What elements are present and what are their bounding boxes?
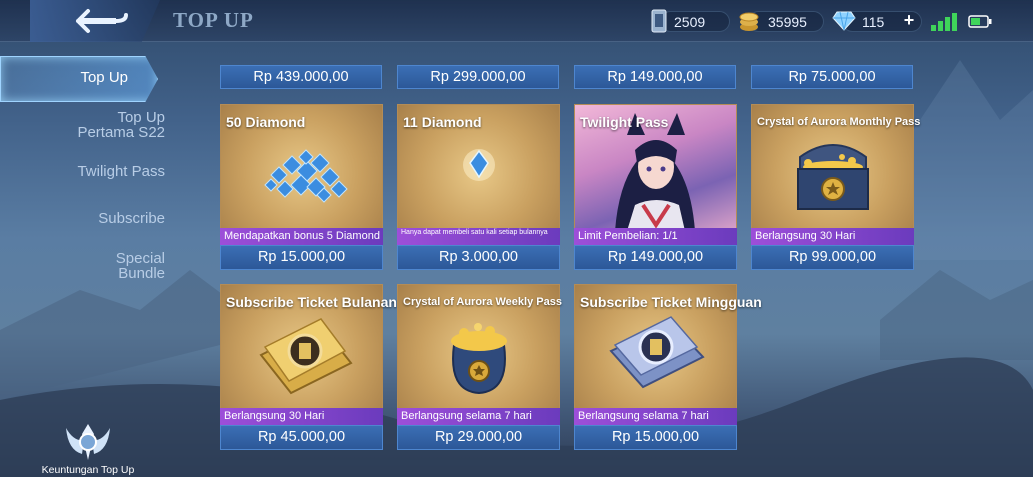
battery-icon bbox=[968, 15, 992, 28]
sidebar-item-top-up-label: Top Up bbox=[80, 69, 128, 86]
sidebar-item-subscribe[interactable]: Subscribe bbox=[37, 211, 165, 226]
product-name: Crystal of Aurora Monthly Pass bbox=[757, 116, 921, 128]
diamond-icon bbox=[832, 11, 856, 31]
sidebar-item-twilight-pass[interactable]: Twilight Pass bbox=[37, 164, 165, 179]
price-button[interactable]: Rp 75.000,00 bbox=[751, 65, 913, 89]
product-description: Limit Pembelian: 1/1 bbox=[574, 228, 737, 245]
product-image: Subscribe Ticket Bulanan bbox=[220, 284, 397, 410]
sidebar-item-top-up-pertama[interactable]: Top Up Pertama S22 bbox=[37, 110, 165, 140]
product-image: 50 Diamond bbox=[220, 104, 383, 230]
product-card-aurora-monthly-pass[interactable]: Crystal of Aurora Monthly Pass Berlangsu… bbox=[751, 104, 920, 270]
diamond-value: 115 bbox=[862, 14, 885, 30]
product-name: Twilight Pass bbox=[580, 114, 669, 130]
ticket-card-icon bbox=[651, 9, 667, 33]
product-card-subscribe-mingguan[interactable]: Subscribe Ticket Mingguan Berlangsung se… bbox=[574, 284, 762, 450]
signal-icon bbox=[931, 13, 957, 31]
add-diamond-button[interactable]: + bbox=[901, 11, 917, 29]
product-image: Crystal of Aurora Monthly Pass bbox=[751, 104, 920, 230]
product-card-aurora-weekly-pass[interactable]: Crystal of Aurora Weekly Pass Berlangsun… bbox=[397, 284, 562, 450]
battle-points-value: 35995 bbox=[768, 14, 807, 30]
price-button[interactable]: Rp 15.000,00 bbox=[574, 425, 737, 450]
price-button[interactable]: Rp 99.000,00 bbox=[751, 245, 914, 270]
product-name: Subscribe Ticket Bulanan bbox=[226, 294, 397, 310]
product-description: Mendapatkan bonus 5 Diamond bbox=[220, 228, 383, 245]
sidebar-item-special-bundle[interactable]: Special Bundle bbox=[37, 251, 165, 281]
price-button[interactable]: Rp 149.000,00 bbox=[574, 65, 736, 89]
product-description: Berlangsung selama 7 hari bbox=[574, 408, 737, 425]
price-button[interactable]: Rp 149.000,00 bbox=[574, 245, 737, 270]
back-button[interactable] bbox=[30, 0, 160, 42]
coin-stack-icon bbox=[739, 12, 759, 31]
price-button[interactable]: Rp 439.000,00 bbox=[220, 65, 382, 89]
product-image: Subscribe Ticket Mingguan bbox=[574, 284, 762, 410]
price-button[interactable]: Rp 45.000,00 bbox=[220, 425, 383, 450]
product-description: Berlangsung 30 Hari bbox=[751, 228, 914, 245]
product-image: Twilight Pass bbox=[574, 104, 737, 231]
product-description: Berlangsung 30 Hari bbox=[220, 408, 383, 425]
product-description: Hanya dapat membeli satu kali setiap bul… bbox=[397, 228, 560, 245]
product-card-50-diamond[interactable]: 50 Diamond Mendapatkan bonus 5 Diamond R… bbox=[220, 104, 383, 270]
ticket-value: 2509 bbox=[674, 14, 706, 30]
keuntungan-top-up-label: Keuntungan Top Up bbox=[41, 464, 135, 476]
product-name: 50 Diamond bbox=[226, 114, 306, 130]
price-button[interactable]: Rp 15.000,00 bbox=[220, 245, 383, 270]
product-card-11-diamond[interactable]: 11 Diamond Hanya dapat membeli satu kali… bbox=[397, 104, 560, 270]
product-name: Subscribe Ticket Mingguan bbox=[580, 294, 762, 310]
product-card-subscribe-bulanan[interactable]: Subscribe Ticket Bulanan Berlangsung 30 … bbox=[220, 284, 397, 450]
product-name: Crystal of Aurora Weekly Pass bbox=[403, 296, 562, 308]
emblem-icon bbox=[66, 424, 110, 460]
sidebar: Top Up Top Up Pertama S22 Twilight Pass … bbox=[0, 42, 165, 477]
product-card-twilight-pass[interactable]: Twilight Pass Limit Pembelian: 1/1 Rp 14… bbox=[574, 104, 737, 270]
product-name: 11 Diamond bbox=[403, 114, 482, 130]
top-bar: TOP UP 2509 35995 115 + bbox=[0, 0, 1033, 42]
product-description: Berlangsung selama 7 hari bbox=[397, 408, 560, 425]
product-image: 11 Diamond bbox=[397, 104, 560, 230]
back-arrow-icon bbox=[76, 9, 128, 33]
price-button[interactable]: Rp 3.000,00 bbox=[397, 245, 560, 270]
price-button[interactable]: Rp 29.000,00 bbox=[397, 425, 560, 450]
page-title: TOP UP bbox=[173, 8, 254, 32]
product-image: Crystal of Aurora Weekly Pass bbox=[397, 284, 562, 410]
price-button[interactable]: Rp 299.000,00 bbox=[397, 65, 559, 89]
